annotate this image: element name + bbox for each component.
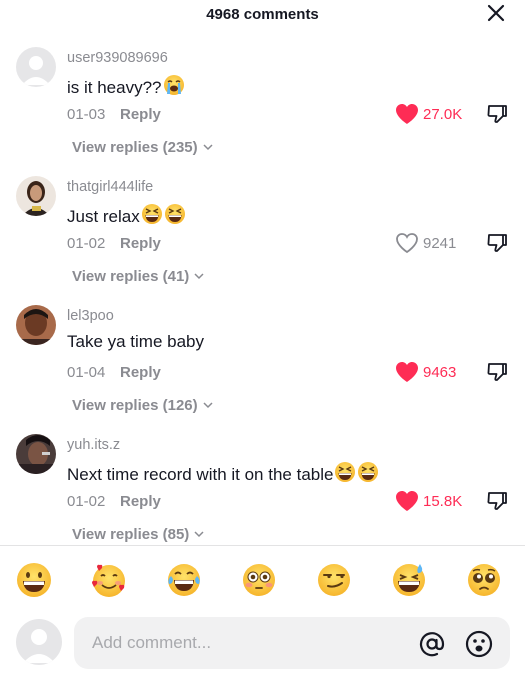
grinning-face-icon[interactable] bbox=[15, 561, 53, 599]
add-comment-input[interactable]: Add comment... bbox=[74, 617, 510, 669]
comment-text: Next time record with it on the table bbox=[67, 461, 379, 485]
chevron-down-icon bbox=[203, 144, 213, 151]
close-icon[interactable] bbox=[485, 2, 507, 24]
chevron-down-icon bbox=[194, 531, 204, 538]
comment-date: 01-02 bbox=[67, 235, 106, 252]
thumbs-down-icon[interactable] bbox=[486, 103, 508, 125]
view-replies-button[interactable]: View replies (41) bbox=[72, 268, 204, 285]
comment-date: 01-03 bbox=[67, 106, 106, 123]
like-count: 27.0K bbox=[423, 105, 463, 123]
reply-button[interactable]: Reply bbox=[120, 364, 161, 381]
quick-emoji-bar bbox=[0, 561, 525, 601]
reply-button[interactable]: Reply bbox=[120, 493, 161, 510]
comment-date: 01-04 bbox=[67, 364, 106, 381]
comment-text: Take ya time baby bbox=[67, 332, 204, 352]
comment-item: user939089696 is it heavy?? 01-03 Reply … bbox=[0, 47, 525, 176]
comments-count-title: 4968 comments bbox=[206, 6, 319, 23]
heart-filled-icon bbox=[396, 104, 418, 124]
comment-item: thatgirl444life Just relax 01-02 Reply 9… bbox=[0, 176, 525, 305]
comment-text: Just relax bbox=[67, 203, 186, 227]
view-replies-label: View replies (41) bbox=[72, 268, 190, 285]
like-button[interactable]: 15.8K bbox=[395, 489, 462, 513]
like-count: 9463 bbox=[423, 363, 457, 381]
like-count: 9241 bbox=[423, 234, 457, 252]
heart-outline-icon bbox=[396, 233, 418, 254]
grinning-squinting-face-icon bbox=[335, 462, 356, 482]
view-replies-label: View replies (85) bbox=[72, 526, 190, 543]
view-replies-button[interactable]: View replies (126) bbox=[72, 397, 213, 414]
view-replies-button[interactable]: View replies (235) bbox=[72, 139, 213, 156]
reply-button[interactable]: Reply bbox=[120, 106, 161, 123]
mention-at-icon[interactable] bbox=[418, 630, 446, 658]
like-button[interactable]: 27.0K bbox=[395, 102, 462, 126]
smiling-face-with-hearts-icon[interactable] bbox=[90, 561, 128, 599]
comment-text-content: is it heavy?? bbox=[67, 78, 162, 97]
comment-item: yuh.its.z Next time record with it on th… bbox=[0, 434, 525, 563]
thumbs-down-icon[interactable] bbox=[486, 490, 508, 512]
heart-filled-icon bbox=[396, 491, 418, 511]
pleading-face-icon[interactable] bbox=[465, 561, 503, 599]
thumbs-down-icon[interactable] bbox=[486, 361, 508, 383]
comment-text-content: Just relax bbox=[67, 207, 140, 226]
avatar[interactable] bbox=[16, 305, 56, 345]
flushed-face-icon[interactable] bbox=[240, 561, 278, 599]
face-with-tears-of-joy-icon[interactable] bbox=[165, 561, 203, 599]
thumbs-down-icon[interactable] bbox=[486, 232, 508, 254]
comment-username[interactable]: thatgirl444life bbox=[67, 179, 153, 195]
like-button[interactable]: 9241 bbox=[395, 231, 456, 255]
composer-divider bbox=[0, 545, 525, 546]
avatar[interactable] bbox=[16, 176, 56, 216]
comment-username[interactable]: lel3poo bbox=[67, 308, 114, 324]
chevron-down-icon bbox=[194, 273, 204, 280]
add-comment-placeholder: Add comment... bbox=[92, 633, 212, 652]
reply-button[interactable]: Reply bbox=[120, 235, 161, 252]
comment-username[interactable]: yuh.its.z bbox=[67, 437, 120, 453]
grinning-face-with-sweat-icon[interactable] bbox=[390, 561, 428, 599]
grinning-squinting-face-icon bbox=[358, 462, 379, 482]
grinning-squinting-face-icon bbox=[164, 204, 185, 224]
comment-text-content: Take ya time baby bbox=[67, 332, 205, 351]
view-replies-label: View replies (126) bbox=[72, 397, 198, 414]
emoji-picker-icon[interactable] bbox=[464, 629, 494, 659]
comment-text: is it heavy?? bbox=[67, 74, 185, 98]
smirking-face-icon[interactable] bbox=[315, 561, 353, 599]
heart-filled-icon bbox=[396, 362, 418, 382]
default-avatar[interactable] bbox=[16, 47, 56, 87]
grinning-squinting-face-icon bbox=[141, 204, 162, 224]
view-replies-label: View replies (235) bbox=[72, 139, 198, 156]
comment-item: lel3poo Take ya time baby 01-04 Reply 94… bbox=[0, 305, 525, 434]
avatar[interactable] bbox=[16, 434, 56, 474]
comments-header: 4968 comments bbox=[0, 0, 525, 30]
view-replies-button[interactable]: View replies (85) bbox=[72, 526, 204, 543]
like-button[interactable]: 9463 bbox=[395, 360, 456, 384]
comment-date: 01-02 bbox=[67, 493, 106, 510]
loudly-crying-face-icon bbox=[163, 75, 184, 95]
comment-username[interactable]: user939089696 bbox=[67, 50, 168, 66]
current-user-avatar bbox=[16, 619, 62, 665]
chevron-down-icon bbox=[203, 402, 213, 409]
comment-text-content: Next time record with it on the table bbox=[67, 465, 334, 484]
like-count: 15.8K bbox=[423, 492, 463, 510]
